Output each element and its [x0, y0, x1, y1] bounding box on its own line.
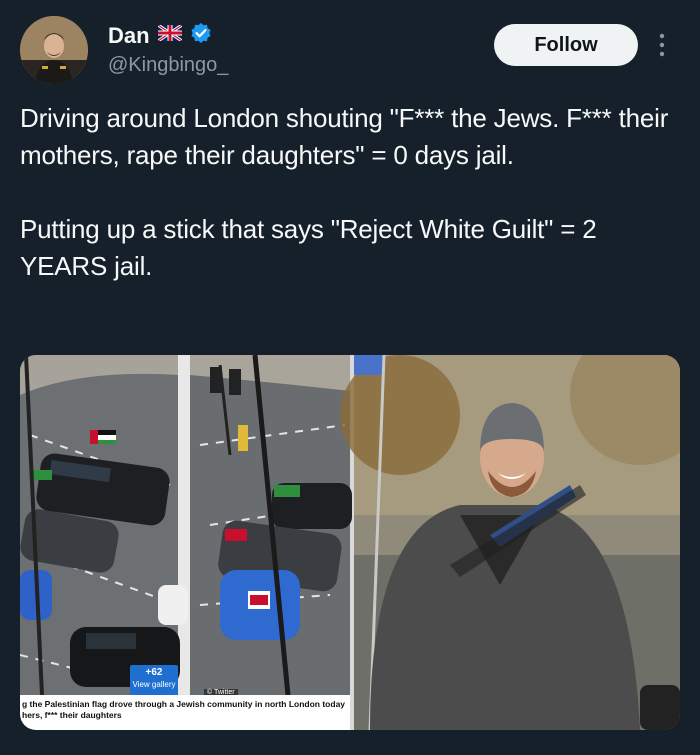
- caption-line-2: hers, f*** their daughters: [22, 710, 122, 720]
- media-image: [20, 355, 680, 730]
- verified-badge-icon[interactable]: [190, 22, 212, 49]
- tweet-paragraph-2: Putting up a stick that says "Reject Whi…: [20, 214, 597, 281]
- gallery-label: View gallery: [132, 680, 176, 689]
- author-name-row: Dan: [108, 22, 212, 49]
- uk-flag-icon: [156, 23, 183, 46]
- author-name[interactable]: Dan: [108, 23, 150, 49]
- author-handle[interactable]: @Kingbingo_: [108, 54, 228, 77]
- gallery-count: +62: [145, 667, 163, 678]
- tweet-media[interactable]: +62 View gallery © Twitter g the Palesti…: [20, 355, 680, 730]
- media-caption: g the Palestinian flag drove through a J…: [20, 695, 350, 730]
- gallery-badge[interactable]: +62 View gallery: [130, 665, 178, 695]
- tweet-text: Driving around London shouting "F*** the…: [20, 100, 685, 285]
- follow-button[interactable]: Follow: [494, 24, 638, 66]
- author-avatar[interactable]: [20, 16, 88, 84]
- more-vertical-icon[interactable]: [658, 32, 666, 58]
- tweet-paragraph-1: Driving around London shouting "F*** the…: [20, 103, 669, 170]
- caption-line-1: g the Palestinian flag drove through a J…: [22, 699, 346, 709]
